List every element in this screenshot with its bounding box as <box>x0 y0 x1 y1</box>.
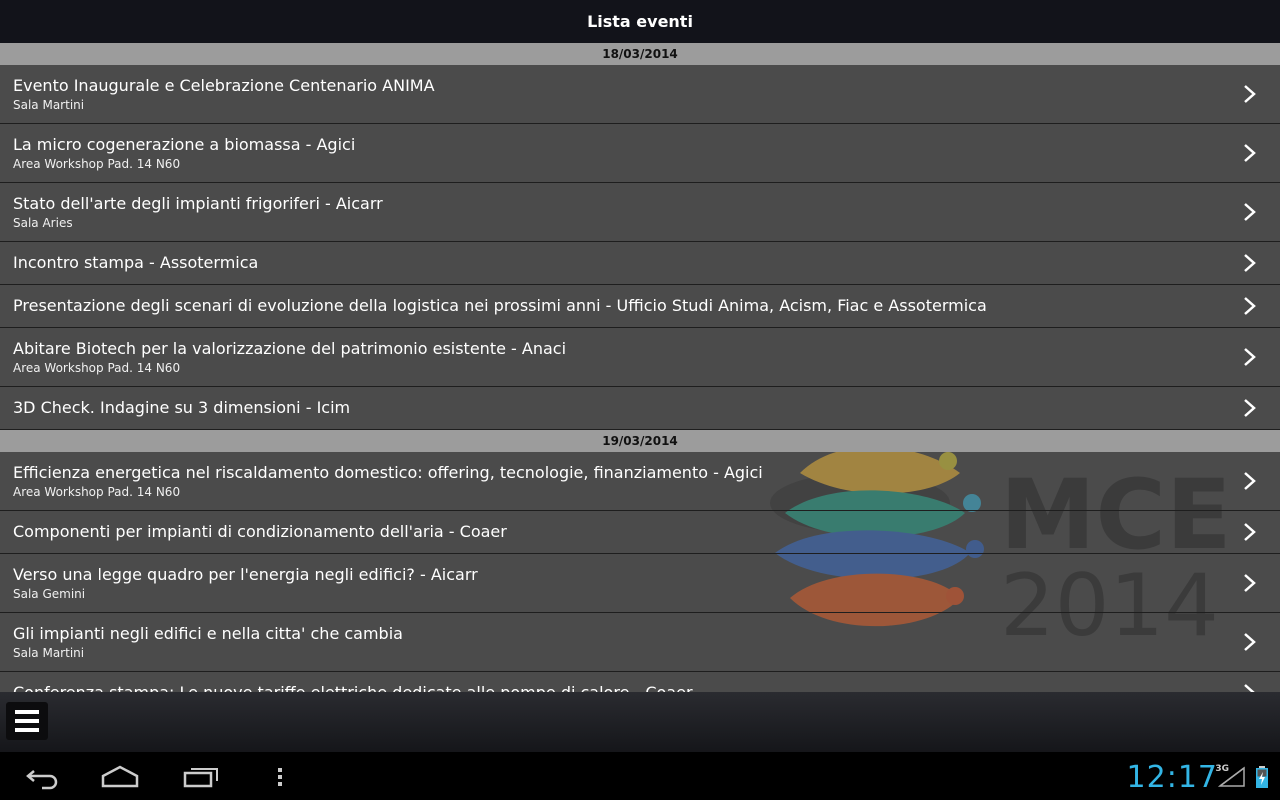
signal-strength-icon <box>1218 766 1245 787</box>
event-row[interactable]: Evento Inaugurale e Celebrazione Centena… <box>0 65 1280 124</box>
event-row[interactable]: Conferenza stampa: Le nuove tariffe elet… <box>0 672 1280 692</box>
event-row[interactable]: Abitare Biotech per la valorizzazione de… <box>0 328 1280 387</box>
bottom-action-bar <box>0 692 1280 752</box>
event-title: Abitare Biotech per la valorizzazione de… <box>13 338 567 358</box>
event-list-container[interactable]: MCE 2014 18/03/2014 Evento Inaugurale e … <box>0 43 1280 692</box>
home-icon[interactable] <box>100 762 140 790</box>
event-row[interactable]: Presentazione degli scenari di evoluzion… <box>0 285 1280 328</box>
chevron-right-icon <box>1244 254 1256 272</box>
chevron-right-icon <box>1244 472 1256 490</box>
chevron-right-icon <box>1244 684 1255 692</box>
date-header: 19/03/2014 <box>0 430 1280 452</box>
hamburger-menu-icon[interactable] <box>6 702 48 740</box>
back-icon[interactable] <box>22 762 60 790</box>
chevron-right-icon <box>1244 633 1256 651</box>
event-title: Stato dell'arte degli impianti frigorife… <box>13 193 383 213</box>
system-nav-bar: 12:17 3G <box>0 752 1280 800</box>
battery-charging-icon <box>1256 766 1268 788</box>
chevron-right-icon <box>1244 144 1256 162</box>
date-label: 19/03/2014 <box>602 434 678 448</box>
action-bar: Lista eventi <box>0 0 1280 43</box>
status-clock: 12:17 <box>1126 760 1218 795</box>
event-location: Area Workshop Pad. 14 N60 <box>13 360 181 375</box>
date-header: 18/03/2014 <box>0 43 1280 65</box>
event-title: Verso una legge quadro per l'energia neg… <box>13 564 478 584</box>
event-location: Area Workshop Pad. 14 N60 <box>13 156 181 171</box>
event-location: Sala Martini <box>13 97 85 112</box>
event-location: Sala Aries <box>13 215 73 230</box>
chevron-right-icon <box>1244 574 1256 592</box>
event-row[interactable]: Incontro stampa - Assotermica <box>0 242 1280 285</box>
event-title: 3D Check. Indagine su 3 dimensioni - Ici… <box>13 398 351 417</box>
chevron-right-icon <box>1244 399 1256 417</box>
page-title: Lista eventi <box>587 12 693 31</box>
event-list: 18/03/2014 Evento Inaugurale e Celebrazi… <box>0 43 1280 692</box>
chevron-right-icon <box>1244 523 1256 541</box>
event-row[interactable]: 3D Check. Indagine su 3 dimensioni - Ici… <box>0 387 1280 430</box>
chevron-right-icon <box>1244 203 1256 221</box>
event-title: Presentazione degli scenari di evoluzion… <box>13 296 987 315</box>
event-row[interactable]: Gli impianti negli edifici e nella citta… <box>0 613 1280 672</box>
event-row[interactable]: La micro cogenerazione a biomassa - Agic… <box>0 124 1280 183</box>
event-row[interactable]: Stato dell'arte degli impianti frigorife… <box>0 183 1280 242</box>
chevron-right-icon <box>1244 297 1256 315</box>
event-title: La micro cogenerazione a biomassa - Agic… <box>13 134 356 154</box>
event-title: Gli impianti negli edifici e nella citta… <box>13 623 403 643</box>
chevron-right-icon <box>1244 85 1256 103</box>
event-location: Area Workshop Pad. 14 N60 <box>13 484 181 499</box>
event-row[interactable]: Efficienza energetica nel riscaldamento … <box>0 452 1280 511</box>
event-title: Componenti per impianti di condizionamen… <box>13 522 507 541</box>
date-label: 18/03/2014 <box>602 47 678 61</box>
event-title: Efficienza energetica nel riscaldamento … <box>13 462 763 482</box>
event-location: Sala Martini <box>13 645 85 660</box>
event-title: Incontro stampa - Assotermica <box>13 253 259 272</box>
event-location: Sala Gemini <box>13 586 86 601</box>
overflow-menu-icon[interactable] <box>272 762 288 790</box>
event-row[interactable]: Componenti per impianti di condizionamen… <box>0 511 1280 554</box>
chevron-right-icon <box>1244 348 1256 366</box>
event-title: Conferenza stampa: Le nuove tariffe elet… <box>13 683 1280 692</box>
event-title: Evento Inaugurale e Celebrazione Centena… <box>13 75 435 95</box>
recent-apps-icon[interactable] <box>182 762 220 790</box>
event-row[interactable]: Verso una legge quadro per l'energia neg… <box>0 554 1280 613</box>
